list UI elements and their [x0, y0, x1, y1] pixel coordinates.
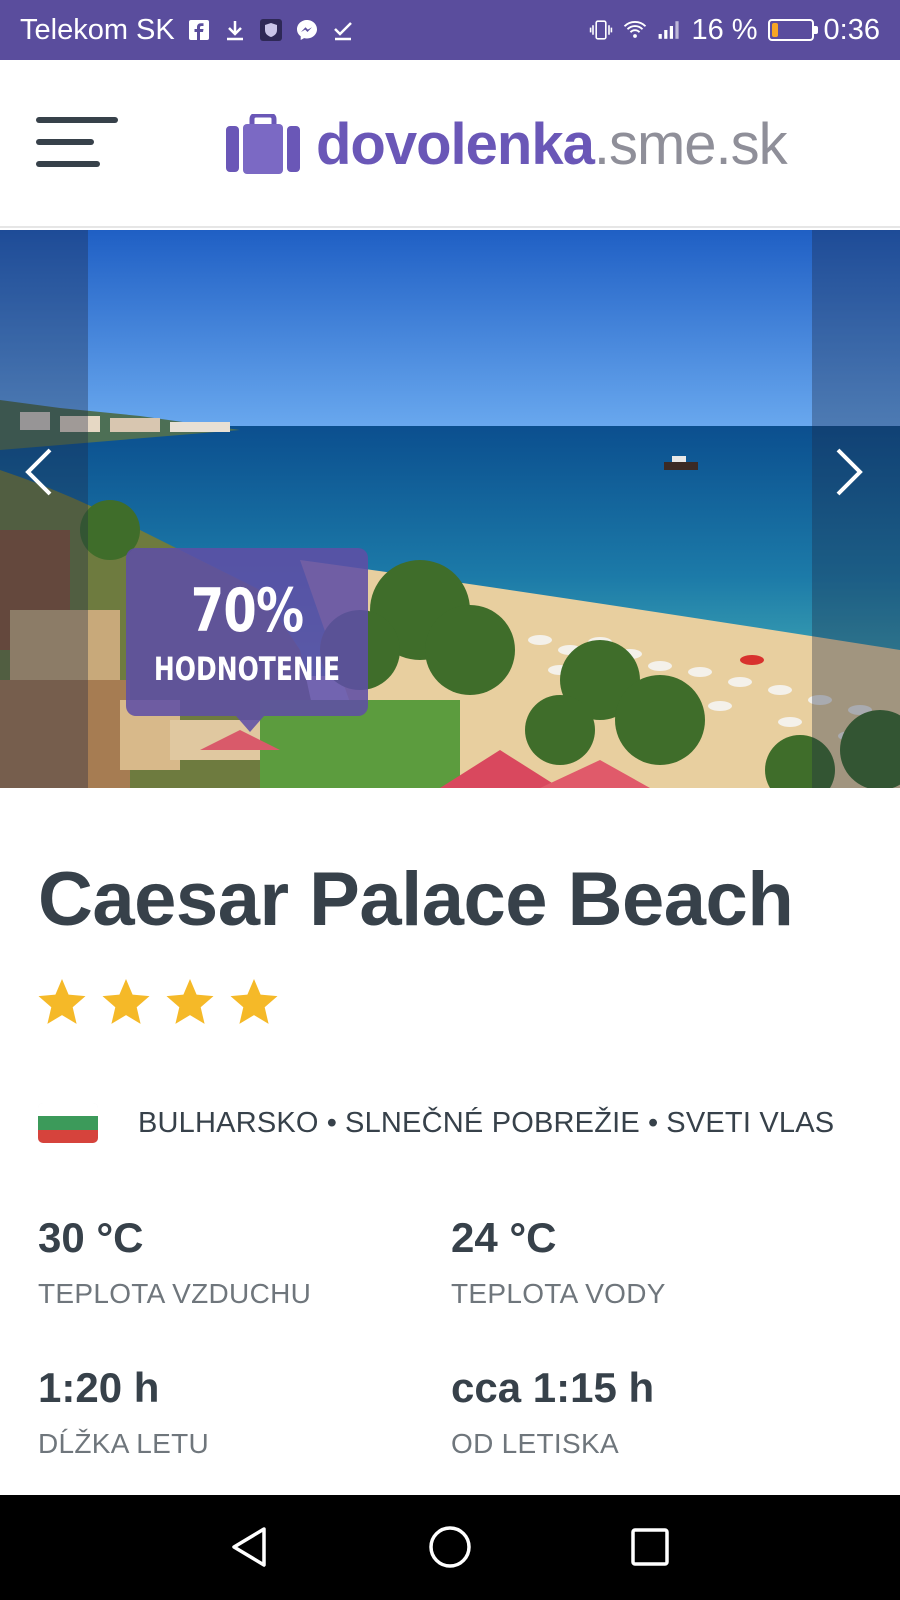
- site-header: dovolenka.sme.sk: [0, 60, 900, 228]
- recent-apps-button[interactable]: [620, 1517, 680, 1577]
- gallery-shade-left: [0, 230, 88, 788]
- stat-label: TEPLOTA VODY: [451, 1278, 666, 1309]
- star-icon: [38, 979, 86, 1024]
- rating-label: HODNOTENIE: [153, 650, 341, 688]
- stat-value: 1:20 h: [38, 1364, 160, 1411]
- site-logo[interactable]: dovolenka.sme.sk: [226, 108, 788, 180]
- hotel-location: BULHARSKO • SLNEČNÉ POBREŽIE • SVETI VLAS: [38, 1102, 834, 1144]
- photo-gallery[interactable]: 70% HODNOTENIE: [0, 230, 900, 788]
- stat-air-temperature: 30 °C TEPLOTA VZDUCHU: [38, 1214, 311, 1310]
- clock: 0:36: [823, 13, 880, 46]
- wifi-icon: [623, 18, 647, 42]
- facebook-icon: [187, 18, 211, 42]
- location-country[interactable]: BULHARSKO: [138, 1107, 319, 1139]
- star-icon: [230, 979, 278, 1024]
- stat-label: TEPLOTA VZDUCHU: [38, 1278, 312, 1309]
- system-indicators: 16 % 0:36: [589, 14, 880, 47]
- battery-icon: [767, 19, 818, 41]
- stat-flight-duration: 1:20 h DĹŽKA LETU: [38, 1364, 209, 1460]
- stat-airport-distance: cca 1:15 h OD LETISKA: [451, 1364, 654, 1460]
- menu-icon[interactable]: [36, 117, 118, 169]
- signal-icon: [657, 18, 681, 42]
- rating-value: 70%: [190, 576, 304, 646]
- menu-line: [36, 117, 118, 123]
- suitcase-icon: [226, 114, 300, 174]
- home-button[interactable]: [420, 1517, 480, 1577]
- download-icon: [223, 18, 247, 42]
- back-button[interactable]: [220, 1517, 280, 1577]
- shield-icon: [259, 18, 283, 42]
- flag-stripe-red: [38, 1129, 98, 1143]
- chevron-right-icon: [836, 448, 863, 496]
- star-rating: [36, 976, 280, 1028]
- location-separator: •: [647, 1106, 659, 1139]
- location-separator: •: [326, 1106, 338, 1139]
- location-breadcrumb: BULHARSKO • SLNEČNÉ POBREŽIE • SVETI VLAS: [138, 1107, 834, 1140]
- stat-value: 30 °C: [38, 1214, 144, 1261]
- notification-icons: [187, 18, 355, 42]
- star-icon: [102, 979, 150, 1024]
- chevron-left-icon: [25, 448, 52, 496]
- bulgaria-flag-icon: [38, 1103, 98, 1143]
- stat-value: 24 °C: [451, 1214, 557, 1261]
- location-region[interactable]: SLNEČNÉ POBREŽIE: [345, 1107, 640, 1139]
- battery-percent: 16 %: [691, 13, 758, 46]
- logo-main: dovolenka: [316, 111, 595, 177]
- star-icon: [166, 979, 214, 1024]
- hotel-name: Caesar Palace Beach: [38, 857, 794, 942]
- home-circle-icon: [429, 1526, 471, 1568]
- flag-stripe-white: [38, 1103, 98, 1117]
- stat-label: OD LETISKA: [451, 1428, 619, 1459]
- carrier-name: Telekom SK: [20, 13, 175, 46]
- menu-line: [36, 139, 94, 145]
- logo-suffix: .sme.sk: [593, 111, 788, 177]
- messenger-icon: [295, 18, 319, 42]
- menu-line: [36, 161, 100, 167]
- logo-text: dovolenka.sme.sk: [316, 111, 788, 178]
- location-city[interactable]: SVETI VLAS: [666, 1107, 834, 1139]
- checkmark-icon: [331, 18, 355, 42]
- recent-apps-square-icon: [631, 1528, 669, 1566]
- vibrate-icon: [589, 18, 613, 42]
- stat-value: cca 1:15 h: [451, 1364, 655, 1411]
- previous-photo-button[interactable]: [14, 442, 64, 502]
- flag-stripe-green: [38, 1116, 98, 1130]
- stat-label: DĹŽKA LETU: [38, 1428, 210, 1459]
- rating-badge: 70% HODNOTENIE: [126, 548, 368, 732]
- next-photo-button[interactable]: [824, 442, 874, 502]
- status-bar: Telekom SK 16 % 0:36: [0, 0, 900, 60]
- battery-fill: [771, 23, 779, 37]
- stat-water-temperature: 24 °C TEPLOTA VODY: [451, 1214, 666, 1310]
- gallery-shade-right: [812, 230, 900, 788]
- back-triangle-icon: [232, 1527, 266, 1567]
- system-navigation-bar: [0, 1495, 900, 1600]
